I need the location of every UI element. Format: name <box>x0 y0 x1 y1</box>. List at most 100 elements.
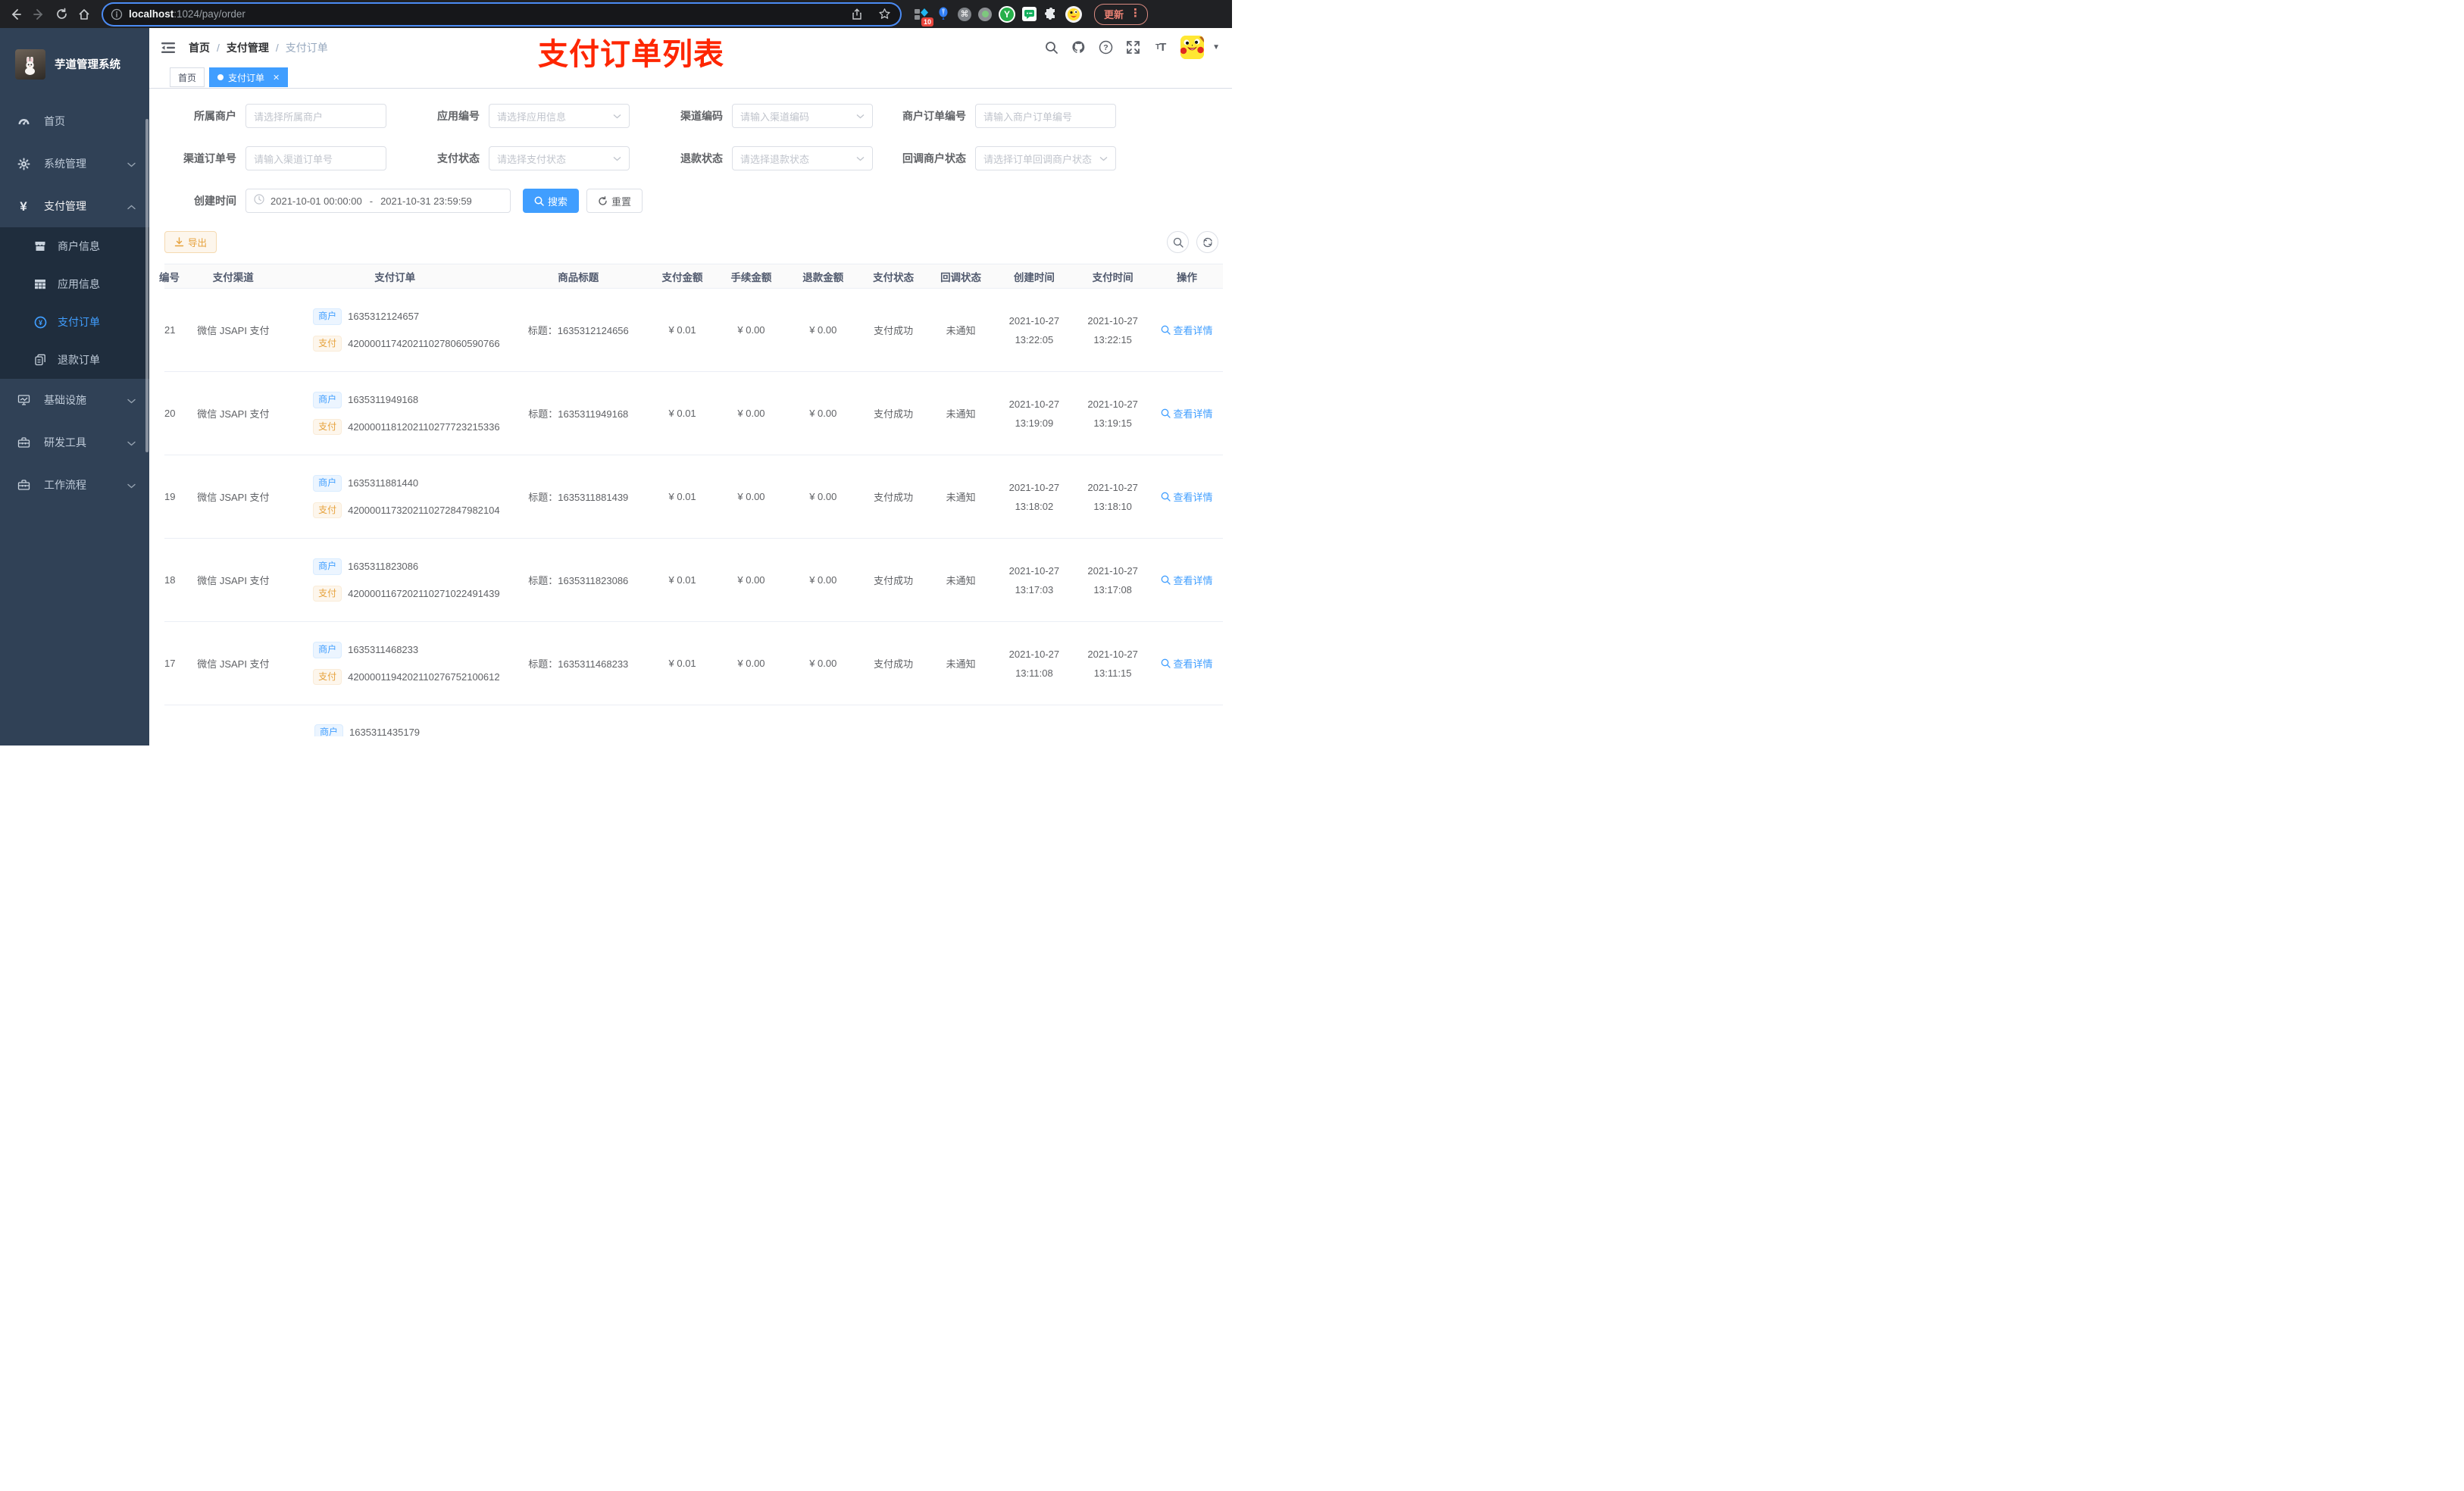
cell-pay-amount: ¥ 0.01 <box>668 408 696 419</box>
channel-order-no-input[interactable]: 请输入渠道订单号 <box>245 146 386 170</box>
search-icon[interactable] <box>1044 40 1058 55</box>
sidebar-scrollbar[interactable] <box>145 119 149 452</box>
font-size-icon[interactable]: TT <box>1153 40 1168 55</box>
reload-icon[interactable] <box>53 6 70 23</box>
view-detail-link[interactable]: 查看详情 <box>1161 656 1213 670</box>
github-icon[interactable] <box>1071 40 1086 55</box>
sidebar-item-refund-order[interactable]: 退款订单 <box>0 341 149 379</box>
extension-balloon-icon[interactable] <box>936 7 951 22</box>
view-detail-link[interactable]: 查看详情 <box>1161 489 1213 504</box>
sidebar-group-dev-tools[interactable]: 研发工具 <box>0 421 149 464</box>
sidebar-item-pay-order[interactable]: ¥ 支付订单 <box>0 303 149 341</box>
sidebar: 芋道管理系统 首页 系统管理 ¥ 支付管理 商户信息 应用信息 ¥ 支付订单 退… <box>0 28 149 746</box>
address-bar[interactable]: localhost:1024/pay/order <box>103 3 900 25</box>
refresh-icon[interactable] <box>1196 231 1218 253</box>
cell-order-id: 19 <box>164 491 176 502</box>
forward-icon[interactable] <box>30 6 47 23</box>
pay-tag: 支付 <box>313 585 342 602</box>
breadcrumb-home[interactable]: 首页 <box>189 40 210 55</box>
avatar[interactable] <box>1180 36 1205 59</box>
sidebar-group-workflow[interactable]: 工作流程 <box>0 464 149 506</box>
site-info-icon[interactable] <box>111 8 123 20</box>
cell-refund-amount: ¥ 0.00 <box>809 324 837 336</box>
browser-toolbar: localhost:1024/pay/order 10 ⌘ Y 更新 ⋮ <box>0 0 1232 28</box>
extension-emoji-icon[interactable] <box>1065 5 1082 23</box>
view-detail-link[interactable]: 查看详情 <box>1161 323 1213 337</box>
table-toolbar: 导出 <box>164 231 1223 253</box>
merchant-order-no: 1635311949168 <box>348 394 419 406</box>
cell-order-id: 18 <box>164 574 176 586</box>
home-icon[interactable] <box>76 6 92 23</box>
sidebar-item-merchant-info[interactable]: 商户信息 <box>0 227 149 265</box>
cell-pay-status: 支付成功 <box>874 325 914 336</box>
cell-pay-order: 商户 1635311881440 支付 42000011732021102728… <box>283 474 507 519</box>
sidebar-group-infra[interactable]: 基础设施 <box>0 379 149 421</box>
cell-product-title: 标题：1635311881439 <box>528 492 629 503</box>
pay-tag: 支付 <box>313 668 342 686</box>
cell-actions: 查看详情 <box>1151 573 1223 587</box>
merchant-input[interactable]: 请选择所属商户 <box>245 104 386 128</box>
orders-table: 编号 支付渠道 支付订单 商品标题 支付金额 手续金额 退款金额 支付状态 回调… <box>159 264 1223 736</box>
back-icon[interactable] <box>8 6 24 23</box>
app-select[interactable]: 请选择应用信息 <box>489 104 630 128</box>
cell-order-id: 21 <box>164 324 176 336</box>
filter-merchant: 所属商户 请选择所属商户 <box>166 104 386 128</box>
merchant-tag: 商户 <box>313 558 342 575</box>
cell-pay-order: 商户 1635312124657 支付 42000011742021102780… <box>283 308 507 352</box>
extensions-puzzle-icon[interactable] <box>1043 7 1058 22</box>
cell-pay-channel: 微信 JSAPI 支付 <box>197 325 270 336</box>
tab-home[interactable]: 首页 <box>170 67 205 87</box>
sidebar-menu: 首页 系统管理 ¥ 支付管理 商户信息 应用信息 ¥ 支付订单 退款订单 基础设… <box>0 100 149 506</box>
toolbox-icon <box>17 436 30 449</box>
bookmark-star-icon[interactable] <box>876 6 893 23</box>
view-detail-link[interactable]: 查看详情 <box>1161 406 1213 420</box>
notify-status-select[interactable]: 请选择订单回调商户状态 <box>975 146 1116 170</box>
merchant-tag: 商户 <box>313 391 342 408</box>
extension-y-icon[interactable]: Y <box>999 5 1015 23</box>
app-logo-row[interactable]: 芋道管理系统 <box>0 28 149 100</box>
sidebar-fold-icon[interactable] <box>160 39 177 56</box>
extension-dot-icon[interactable] <box>978 7 992 21</box>
browser-update-button[interactable]: 更新 ⋮ <box>1094 3 1149 25</box>
filter-notify-status: 回调商户状态 请选择订单回调商户状态 <box>896 146 1116 170</box>
extension-diamond-icon[interactable]: 10 <box>914 7 933 27</box>
active-tab-dot <box>217 74 224 80</box>
toggle-search-icon[interactable] <box>1167 231 1189 253</box>
extension-command-icon[interactable]: ⌘ <box>958 7 971 21</box>
pay-order-no: 4200001174202110278060590766 <box>348 337 500 349</box>
sidebar-group-payment[interactable]: ¥ 支付管理 <box>0 185 149 227</box>
reset-button[interactable]: 重置 <box>586 189 643 213</box>
tags-view-bar: 首页 支付订单 ✕ <box>149 67 1232 89</box>
close-tab-icon[interactable]: ✕ <box>273 73 280 83</box>
help-icon[interactable]: ? <box>1099 40 1113 55</box>
refund-status-select[interactable]: 请选择退款状态 <box>732 146 873 170</box>
channel-code-select[interactable]: 请输入渠道编码 <box>732 104 873 128</box>
pay-status-select[interactable]: 请选择支付状态 <box>489 146 630 170</box>
extension-chat-icon[interactable] <box>1022 7 1037 21</box>
date-range-input[interactable]: 2021-10-01 00:00:00 - 2021-10-31 23:59:5… <box>245 189 511 213</box>
document-copy-icon <box>33 353 47 367</box>
chevron-down-icon <box>127 436 136 449</box>
breadcrumb-pay-mgmt[interactable]: 支付管理 <box>227 40 269 55</box>
search-button[interactable]: 搜索 <box>523 189 580 213</box>
cell-pay-time: 2021-10-27 13:22:15 <box>1087 314 1138 345</box>
sidebar-group-system[interactable]: 系统管理 <box>0 142 149 185</box>
merchant-order-no-input[interactable]: 请输入商户订单编号 <box>975 104 1116 128</box>
tab-pay-order[interactable]: 支付订单 ✕ <box>209 67 289 87</box>
browser-menu-icon[interactable]: ⋮ <box>1130 8 1141 19</box>
cell-create-time: 2021-10-27 13:19:09 <box>1008 398 1060 429</box>
export-button[interactable]: 导出 <box>164 231 217 253</box>
sidebar-item-label: 退款订单 <box>58 354 100 366</box>
sidebar-item-home[interactable]: 首页 <box>0 100 149 142</box>
sidebar-item-label: 研发工具 <box>44 436 86 449</box>
fullscreen-icon[interactable] <box>1126 40 1140 55</box>
view-detail-link[interactable]: 查看详情 <box>1161 573 1213 587</box>
table-grid-icon <box>33 277 47 291</box>
avatar-caret-icon[interactable]: ▼ <box>1212 43 1220 52</box>
share-icon[interactable] <box>849 6 865 23</box>
cell-fee-amount: ¥ 0.00 <box>737 408 765 419</box>
cell-product-title: 标题：1635311468233 <box>528 658 629 670</box>
pay-circle-icon: ¥ <box>33 315 47 329</box>
pay-order-no: 4200001194202110276752100612 <box>348 670 500 683</box>
sidebar-item-app-info[interactable]: 应用信息 <box>0 265 149 303</box>
